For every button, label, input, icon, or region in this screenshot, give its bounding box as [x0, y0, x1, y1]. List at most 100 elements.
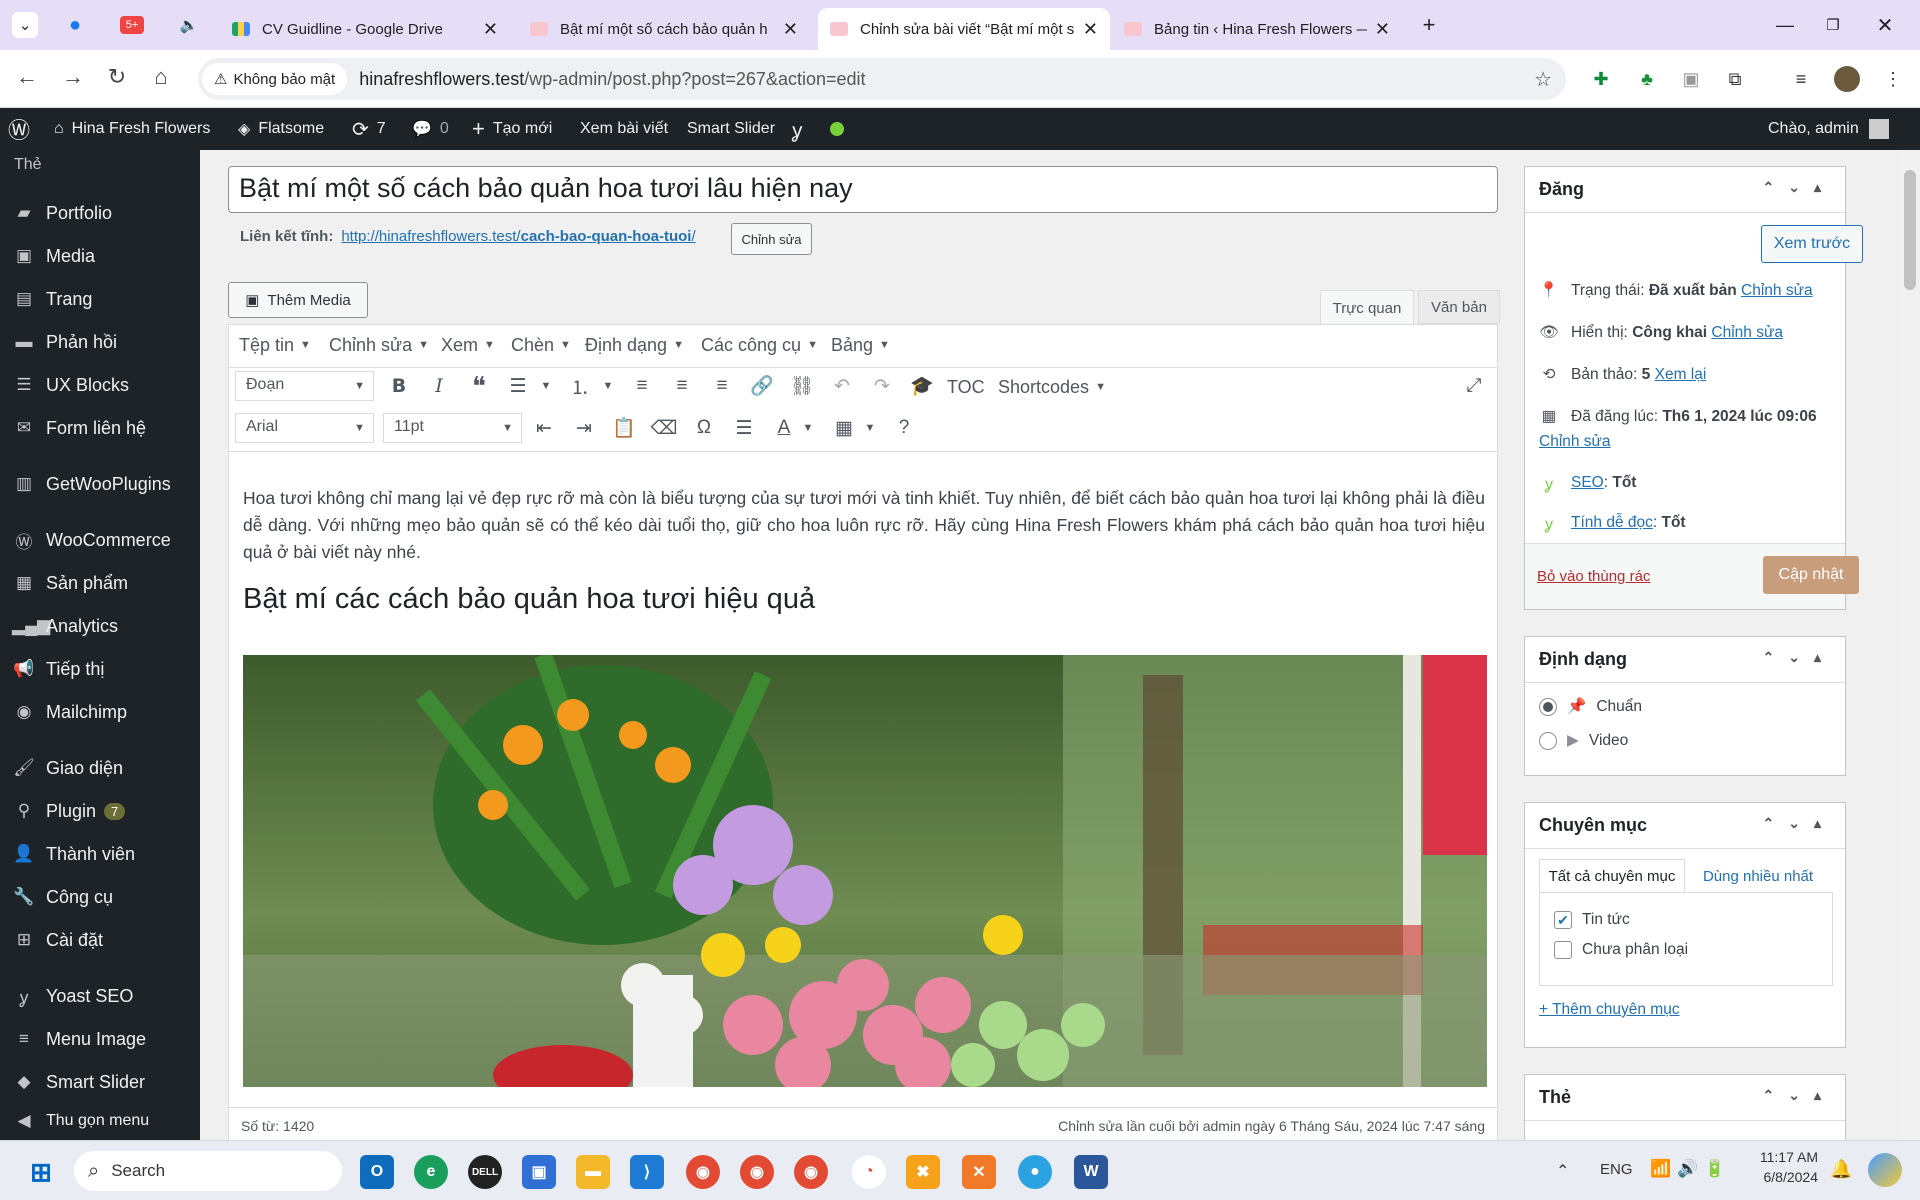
- close-icon[interactable]: ✕: [783, 19, 798, 40]
- tools-app-icon[interactable]: ✖: [906, 1155, 940, 1189]
- site-name-link[interactable]: ⌂ Hina Fresh Flowers: [54, 108, 210, 150]
- box-move-icons[interactable]: ⌃⌄▴: [1763, 179, 1836, 196]
- view-post-link[interactable]: Xem bài viết: [580, 108, 668, 150]
- category-item[interactable]: ✔ Tin tức: [1554, 911, 1630, 929]
- edit-date-link[interactable]: Chỉnh sửa: [1539, 433, 1611, 451]
- new-content-link[interactable]: + Tạo mới: [472, 108, 552, 150]
- menu-tools[interactable]: Các công cụ ▼: [701, 333, 818, 357]
- sidebar-item-analytics[interactable]: ▂▄▆ Analytics: [0, 606, 200, 646]
- collapse-menu-button[interactable]: ◀ Thu gọn menu: [0, 1104, 200, 1138]
- link-icon[interactable]: 🔗: [747, 371, 777, 401]
- bookmark-star-icon[interactable]: ☆: [1534, 67, 1552, 92]
- flower-photo[interactable]: [243, 655, 1487, 1087]
- page-scrollbar[interactable]: [1900, 150, 1920, 1140]
- tab-drive[interactable]: CV Guidline - Google Drive ✕: [220, 8, 510, 50]
- audio-tab-icon[interactable]: 🔈: [176, 12, 202, 38]
- sidebar-item-products[interactable]: ▦ Sản phẩm: [0, 563, 200, 603]
- windows-start-icon[interactable]: ⊞: [24, 1155, 58, 1189]
- edit-visibility-link[interactable]: Chỉnh sửa: [1711, 324, 1783, 342]
- preview-button[interactable]: Xem trước: [1761, 225, 1863, 263]
- clear-format-icon[interactable]: ⌫: [649, 413, 679, 443]
- paste-icon[interactable]: 📋: [609, 413, 639, 443]
- outdent-icon[interactable]: ⇤: [529, 413, 559, 443]
- edit-slug-button[interactable]: Chỉnh sửa: [731, 223, 812, 255]
- format-option-video[interactable]: ▶ Video: [1539, 731, 1628, 750]
- flatsome-link[interactable]: ◈ Flatsome: [238, 108, 324, 150]
- updates-link[interactable]: ⟳ 7: [352, 108, 386, 150]
- caret-down-icon[interactable]: ▼: [593, 371, 623, 401]
- italic-icon[interactable]: I: [424, 371, 454, 401]
- radio-checked[interactable]: [1539, 697, 1557, 716]
- caret-down-icon[interactable]: ▼: [855, 413, 885, 443]
- sidebar-item-appearance[interactable]: 🖌 Giao diện: [0, 748, 200, 788]
- indent-icon[interactable]: ⇥: [569, 413, 599, 443]
- special-char-icon[interactable]: Ω: [689, 413, 719, 443]
- smart-slider-link[interactable]: Smart Slider: [687, 108, 775, 150]
- sidebar-item-settings[interactable]: ⊞ Cài đặt: [0, 920, 200, 960]
- language-indicator[interactable]: ENG: [1600, 1161, 1633, 1178]
- fullscreen-icon[interactable]: ⤢: [1459, 371, 1489, 401]
- youtube-tab-icon[interactable]: 5+: [120, 16, 144, 34]
- font-family-select[interactable]: Arial ▼: [235, 413, 374, 443]
- format-option-standard[interactable]: 📌 Chuẩn: [1539, 697, 1642, 716]
- sidebar-item-ux-blocks[interactable]: ☰ UX Blocks: [0, 365, 200, 405]
- url-text[interactable]: hinafreshflowers.test/wp-admin/post.php?…: [359, 69, 865, 90]
- editor-content[interactable]: Hoa tươi không chỉ mang lại vẻ đẹp rực r…: [243, 485, 1485, 637]
- unlink-icon[interactable]: ⛓: [787, 371, 817, 401]
- sidebar-item-tools[interactable]: 🔧 Công cụ: [0, 877, 200, 917]
- puzzle-icon[interactable]: ⧉: [1722, 66, 1748, 92]
- bold-icon[interactable]: B: [384, 371, 414, 401]
- bullet-list-icon[interactable]: ☰: [503, 371, 533, 401]
- my-account-link[interactable]: Chào, admin: [1768, 108, 1889, 150]
- yoast-icon[interactable]: ỿ: [792, 108, 802, 150]
- tray-overflow-icon[interactable]: ⌃: [1556, 1161, 1569, 1181]
- minimize-icon[interactable]: —: [1772, 12, 1798, 38]
- edge-icon[interactable]: e: [414, 1155, 448, 1189]
- box-move-icons[interactable]: ⌃⌄▴: [1763, 815, 1836, 832]
- sidebar-item-yoast[interactable]: ỿ Yoast SEO: [0, 976, 200, 1016]
- graduation-cap-icon[interactable]: 🎓: [907, 371, 937, 401]
- update-button[interactable]: Cập nhật: [1763, 556, 1859, 594]
- checkbox-unchecked[interactable]: [1554, 941, 1572, 959]
- sidebar-item-comments[interactable]: ▬ Phản hồi: [0, 322, 200, 362]
- tab-visual[interactable]: Trực quan: [1320, 290, 1414, 325]
- menu-format[interactable]: Định dạng ▼: [585, 333, 684, 357]
- help-icon[interactable]: ?: [889, 413, 919, 443]
- sidebar-item-pages[interactable]: ▤ Trang: [0, 279, 200, 319]
- align-right-icon[interactable]: ≡: [707, 371, 737, 401]
- undo-icon[interactable]: ↶: [827, 371, 857, 401]
- tab-edit-post[interactable]: Chỉnh sửa bài viết “Bật mí một s ✕: [818, 8, 1110, 50]
- tab-text[interactable]: Văn bản: [1418, 290, 1500, 324]
- box-move-icons[interactable]: ⌃⌄▴: [1763, 1087, 1836, 1104]
- messenger-icon[interactable]: ●: [1018, 1155, 1052, 1189]
- dell-icon[interactable]: DELL: [468, 1155, 502, 1189]
- tab-all-categories[interactable]: Tất cả chuyên mục: [1539, 859, 1685, 893]
- store-icon[interactable]: ▣: [522, 1155, 556, 1189]
- profile-avatar[interactable]: [1834, 66, 1860, 92]
- extension-tree-icon[interactable]: ♣: [1634, 66, 1660, 92]
- menu-file[interactable]: Tệp tin ▼: [239, 333, 311, 357]
- browse-revisions-link[interactable]: Xem lại: [1655, 366, 1707, 384]
- close-icon[interactable]: ✕: [483, 19, 498, 40]
- permalink-link[interactable]: http://hinafreshflowers.test/cach-bao-qu…: [341, 228, 695, 245]
- reload-icon[interactable]: ↻: [102, 64, 132, 90]
- sidebar-item-menu-image[interactable]: ≡ Menu Image: [0, 1019, 200, 1059]
- network-volume-battery-icons[interactable]: 📶🔊🔋: [1650, 1159, 1732, 1179]
- menu-insert[interactable]: Chèn ▼: [511, 333, 571, 357]
- copilot-icon[interactable]: [1868, 1153, 1902, 1187]
- edit-status-link[interactable]: Chỉnh sửa: [1741, 282, 1813, 300]
- tab-search-icon[interactable]: ⌄: [12, 12, 38, 38]
- security-chip[interactable]: ⚠ Không bảo mật: [202, 63, 348, 95]
- chrome-icon[interactable]: ◉: [686, 1155, 720, 1189]
- sidebar-item-contact-form[interactable]: ✉ Form liên hệ: [0, 408, 200, 448]
- blockquote-icon[interactable]: ❝: [464, 371, 494, 401]
- numbered-list-icon[interactable]: ⒈: [565, 371, 595, 401]
- align-left-icon[interactable]: ≡: [627, 371, 657, 401]
- word-icon[interactable]: W: [1074, 1155, 1108, 1189]
- extension-gray-icon[interactable]: ▣: [1678, 66, 1704, 92]
- sidebar-item-marketing[interactable]: 📢 Tiếp thị: [0, 649, 200, 689]
- radio-unchecked[interactable]: [1539, 731, 1557, 750]
- menu-view[interactable]: Xem ▼: [441, 333, 495, 357]
- sidebar-item-getwooplugins[interactable]: ▥ GetWooPlugins: [0, 464, 200, 504]
- back-icon[interactable]: ←: [12, 64, 42, 90]
